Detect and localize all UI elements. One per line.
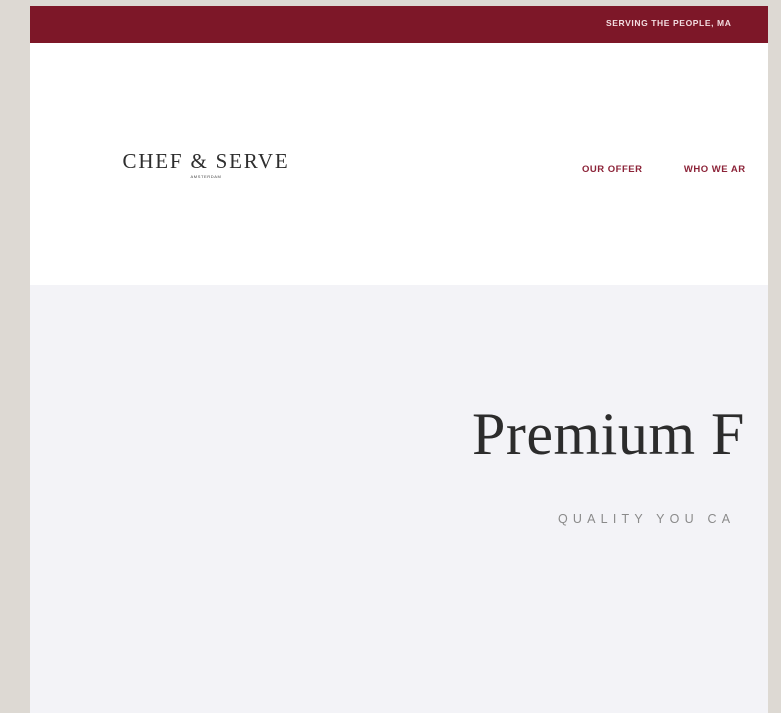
site-logo[interactable]: CHEF & SERVE AMSTERDAM	[114, 150, 298, 180]
browser-viewport: SERVING THE PEOPLE, MA CHEF & SERVE AMST…	[30, 6, 768, 713]
announcement-bar: SERVING THE PEOPLE, MA	[30, 6, 768, 43]
site-header: CHEF & SERVE AMSTERDAM OUR OFFER WHO WE …	[30, 43, 768, 285]
nav-item-our-offer[interactable]: OUR OFFER	[582, 164, 642, 175]
hero-title: Premium F	[472, 401, 745, 467]
nav-item-who-we-are[interactable]: WHO WE AR	[684, 164, 746, 175]
logo-title: CHEF & SERVE	[122, 149, 290, 173]
announcement-text: SERVING THE PEOPLE, MA	[606, 18, 732, 28]
logo-subtitle: AMSTERDAM	[190, 174, 222, 179]
hero-section: Premium F QUALITY YOU CA	[30, 285, 768, 713]
main-nav: OUR OFFER WHO WE AR	[582, 159, 768, 177]
hero-subtitle: QUALITY YOU CA	[558, 512, 736, 526]
